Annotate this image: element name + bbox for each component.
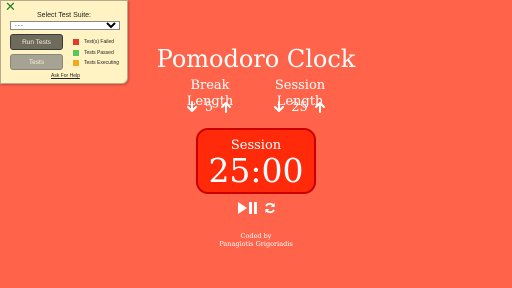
credit-author: Panagiotis Grigoriadis — [219, 240, 293, 248]
session-decrement-arrow-down-icon[interactable] — [273, 101, 285, 113]
break-length-value: 5 — [204, 99, 214, 115]
test-suite-title: Select Test Suite: — [37, 12, 91, 19]
credit: Coded by Panagiotis Grigoriadis — [0, 232, 512, 248]
session-length-value: 25 — [291, 99, 308, 115]
reset-refresh-icon[interactable] — [264, 202, 276, 214]
break-decrement-arrow-down-icon[interactable] — [186, 101, 198, 113]
timer-controls — [238, 201, 276, 215]
break-length-control: 5 — [186, 99, 232, 115]
page-title: Pomodoro Clock — [156, 45, 356, 73]
credit-line-1: Coded by — [240, 232, 272, 240]
play-pause-icon[interactable] — [238, 202, 258, 214]
session-increment-arrow-up-icon[interactable] — [314, 101, 326, 113]
session-length-control: 25 — [273, 99, 326, 115]
test-suite-select[interactable]: - - - — [10, 21, 120, 30]
time-left: 25:00 — [208, 151, 304, 190]
timer-display: Session 25:00 — [196, 128, 316, 194]
break-increment-arrow-up-icon[interactable] — [220, 101, 232, 113]
